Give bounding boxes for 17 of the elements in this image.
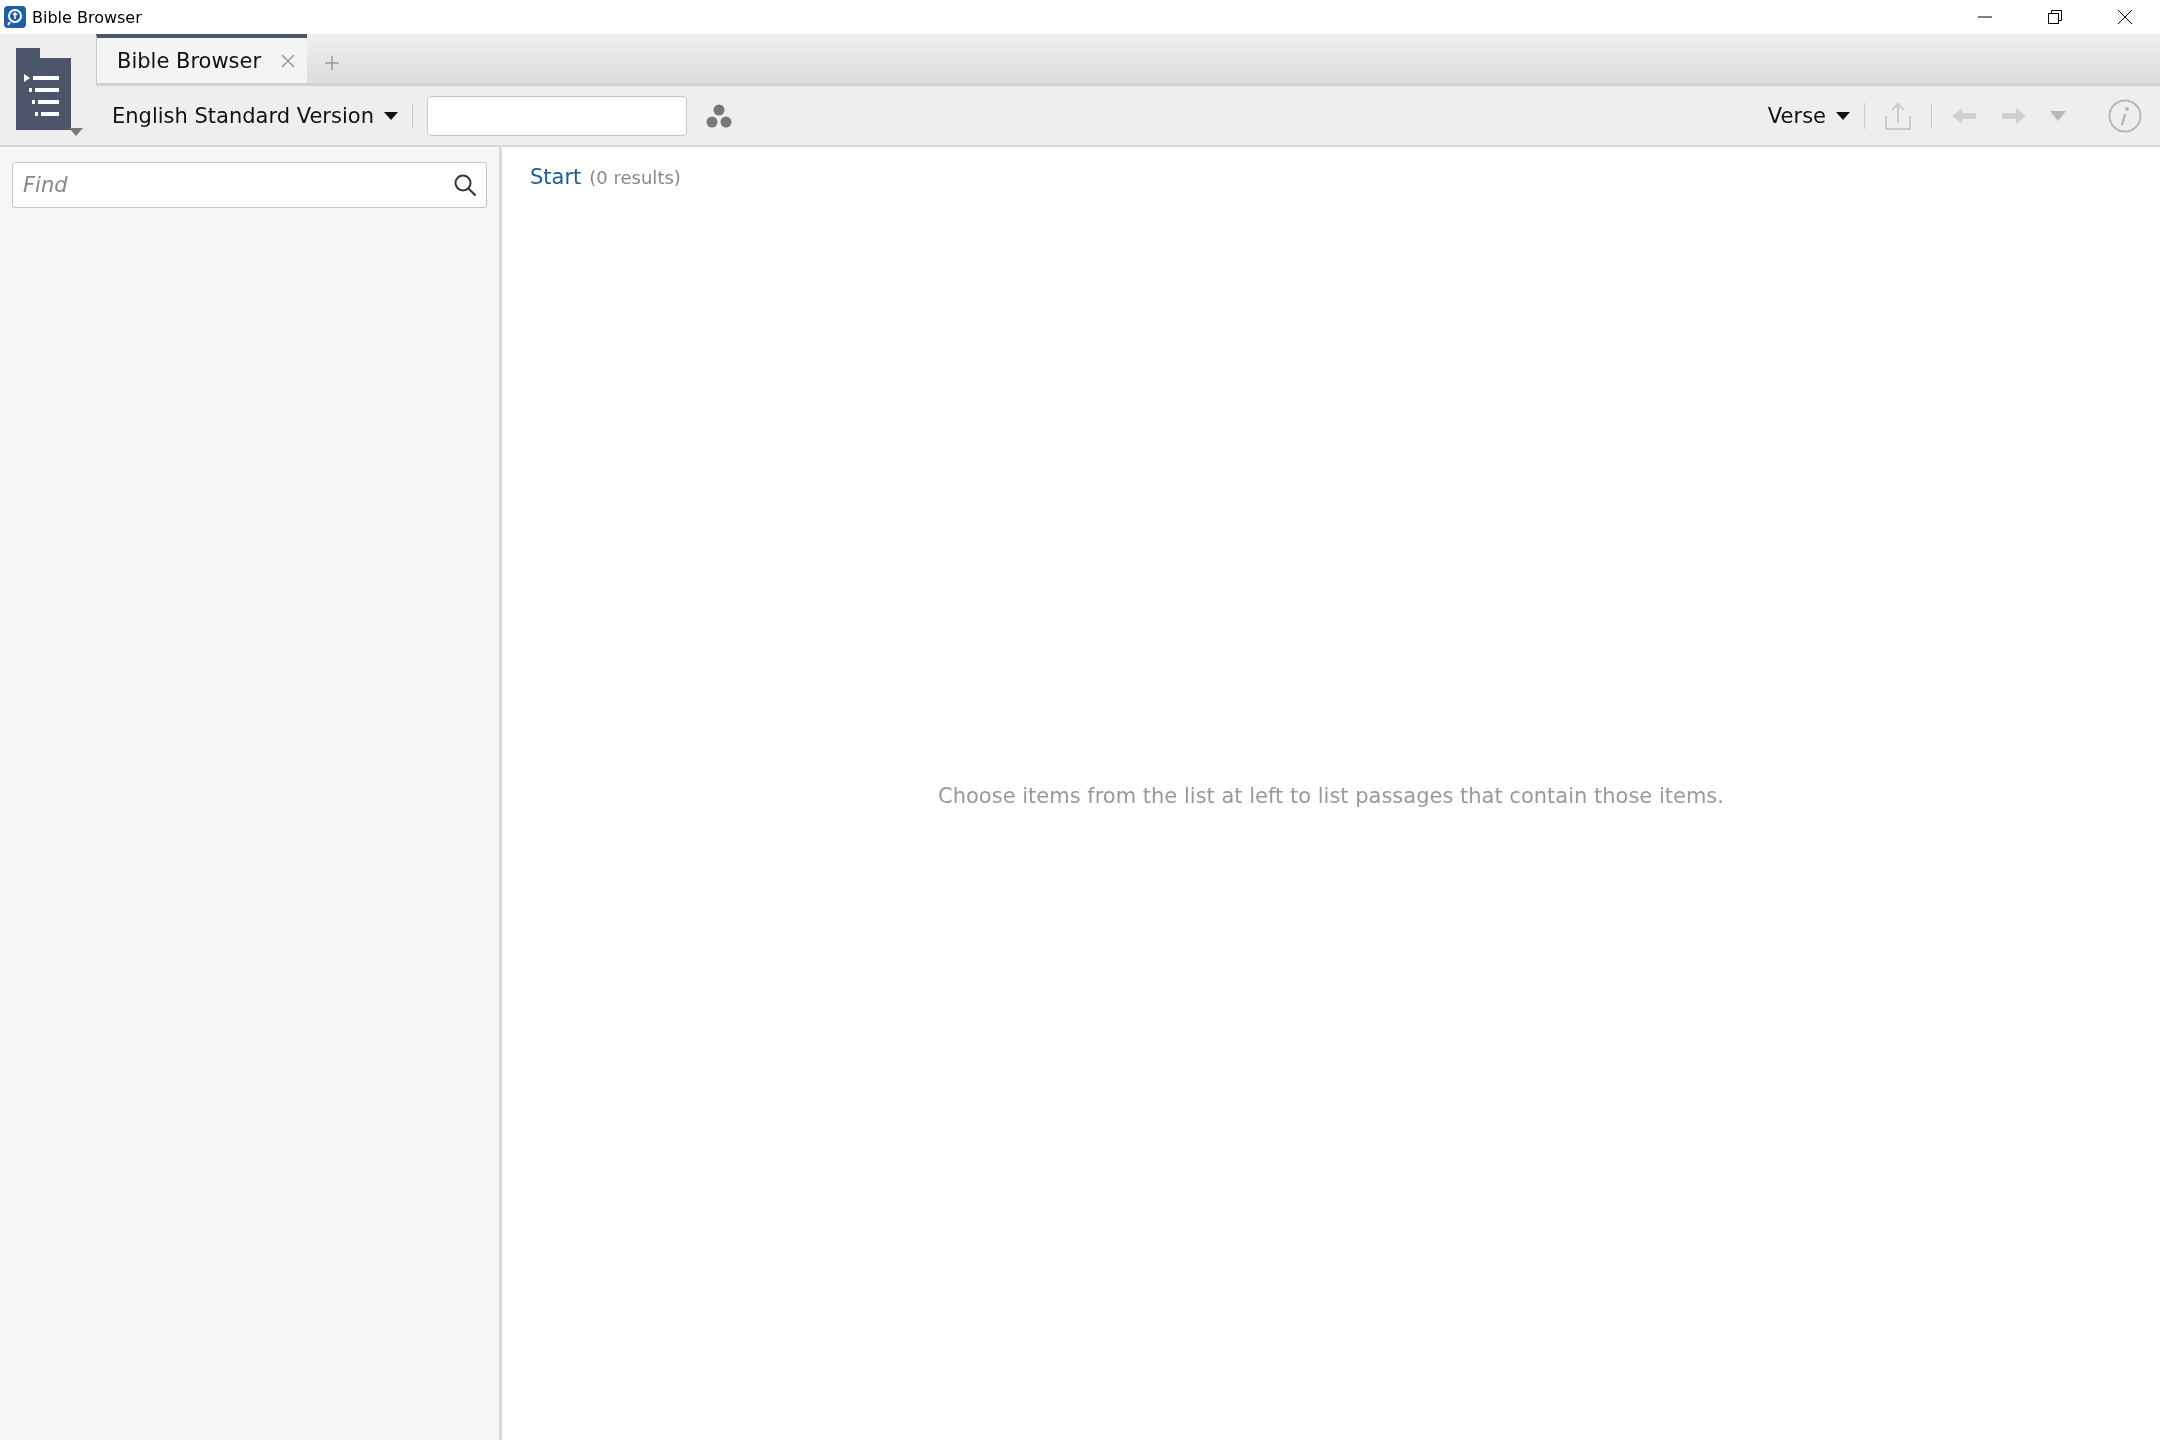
search-field[interactable] [426,95,687,136]
empty-message: Choose items from the list at left to list passages that contain those items. [938,783,1724,808]
restore-icon[interactable] [2047,9,2063,25]
find-field[interactable]: Find [12,162,487,208]
start-link[interactable]: Start [530,165,582,189]
tab[interactable]: Bible Browser [96,34,308,83]
close-icon[interactable] [2117,9,2133,25]
close-tab-icon[interactable] [281,53,296,68]
caret-icon [383,110,398,121]
version-dropdown[interactable]: English Standard Version [112,103,398,128]
result-count: (0 results) [589,167,681,188]
mode-dropdown[interactable]: Verse [1767,103,1850,128]
app-logo-icon [4,6,26,28]
window-title: Bible Browser [32,7,142,27]
plus-icon[interactable] [324,55,341,71]
caret-icon [1836,110,1850,121]
search-icon[interactable] [453,173,477,197]
